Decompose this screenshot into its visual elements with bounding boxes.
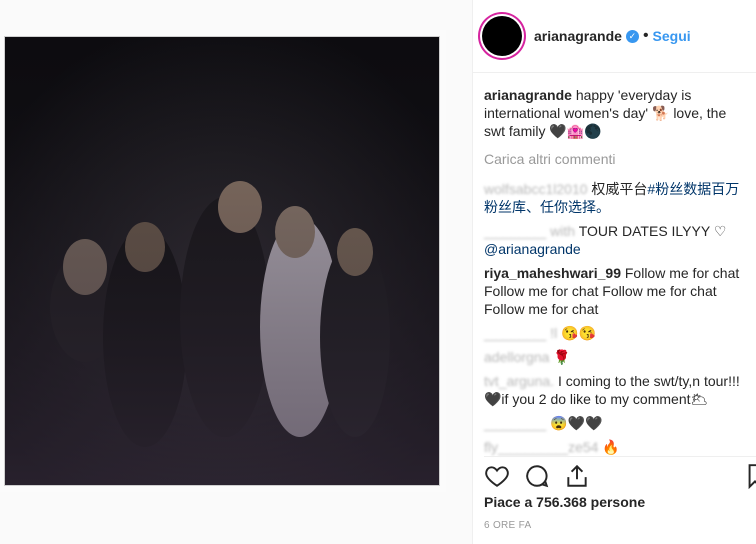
comment-item: ________ with TOUR DATES ILYYY ♡ @arianag… <box>484 222 748 258</box>
share-icon[interactable] <box>564 463 590 489</box>
comment-text: 🌹 <box>553 349 571 365</box>
comment-item: adellorgna 🌹 <box>484 348 748 366</box>
comment-item: tvt_arguna. I coming to the swt/ty,n tou… <box>484 372 748 408</box>
comment-username[interactable]: ________ <box>484 415 550 431</box>
comment-text: 😘😘 <box>561 325 596 341</box>
post-header: arianagrande ✓ • Segui <box>473 0 756 73</box>
comment-username[interactable]: ________ with <box>484 223 579 239</box>
load-more-comments[interactable]: Carica altri commenti <box>484 150 748 168</box>
mention-link[interactable]: @arianagrande <box>484 241 581 257</box>
comment-text: 🔥 <box>602 439 620 455</box>
comment-username[interactable]: ________ !l <box>484 325 561 341</box>
header-username[interactable]: arianagrande <box>534 28 622 44</box>
photo-pane <box>0 0 472 544</box>
comment-item: riya_maheshwari_99 Follow me for chat Fo… <box>484 264 748 318</box>
comment-icon[interactable] <box>524 463 550 489</box>
caption: arianagrande happy 'everyday is internat… <box>484 86 748 140</box>
follow-button[interactable]: Segui <box>653 28 691 44</box>
comment-item: ________ !l 😘😘 <box>484 324 748 342</box>
comment-item: ________ 😨🖤🖤 <box>484 414 748 432</box>
post-timestamp[interactable]: 6 ORE FA <box>484 520 531 531</box>
comment-item: wolfsabcc1l2010 权威平台#粉丝数据百万粉丝库、任你选择。 <box>484 180 748 216</box>
comment-item: fly_________ze54 🔥 <box>484 438 748 456</box>
bookmark-icon[interactable] <box>748 463 756 489</box>
comment-username[interactable]: fly_________ze54 <box>484 439 602 455</box>
comment-text: 😨🖤🖤 <box>550 415 603 431</box>
comment-username[interactable]: wolfsabcc1l2010 <box>484 181 591 197</box>
heart-icon[interactable] <box>484 463 510 489</box>
post-sidebar: arianagrande ✓ • Segui arianagrande happ… <box>472 0 756 544</box>
likes-count[interactable]: Piace a 756.368 persone <box>484 494 645 510</box>
comment-text: TOUR DATES ILYYY ♡ <box>578 223 727 239</box>
comment-username[interactable]: adellorgna <box>484 349 553 365</box>
comments-list: arianagrande happy 'everyday is internat… <box>484 86 748 462</box>
caption-username[interactable]: arianagrande <box>484 87 572 103</box>
avatar[interactable] <box>482 16 522 56</box>
photo-image <box>5 37 439 485</box>
verified-icon: ✓ <box>625 29 639 43</box>
action-bar <box>484 456 756 493</box>
comment-username[interactable]: tvt_arguna. <box>484 373 558 389</box>
comment-username[interactable]: riya_maheshwari_99 <box>484 265 621 281</box>
separator: • <box>642 27 649 44</box>
post-photo[interactable] <box>4 36 440 486</box>
comment-text: 权威平台 <box>591 181 648 197</box>
